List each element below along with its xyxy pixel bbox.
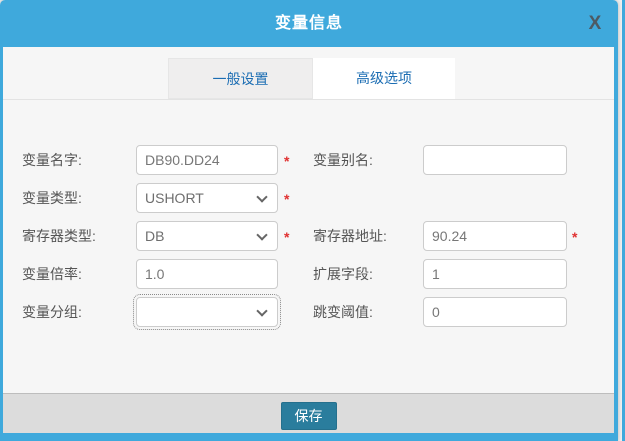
variable-group-select[interactable] [136,297,278,327]
chevron-down-icon [256,305,267,316]
variable-info-dialog: 变量信息 X 一般设置 高级选项 变量名字: * 变量类型: USHORT * … [0,0,618,441]
label-register-address: 寄存器地址: [313,221,387,251]
label-extended-field: 扩展字段: [313,259,373,289]
required-marker: * [572,229,582,245]
dialog-footer: 保存 [3,393,614,433]
screen: 变量信息 X 一般设置 高级选项 变量名字: * 变量类型: USHORT * … [0,0,625,441]
variable-name-input[interactable] [136,145,278,175]
register-type-select[interactable]: DB [136,221,278,251]
label-variable-type: 变量类型: [22,183,82,213]
label-jump-threshold: 跳变阈值: [313,297,373,327]
register-address-input[interactable] [423,221,567,251]
tab-divider [3,99,614,100]
required-marker: * [284,229,294,245]
label-variable-group: 变量分组: [22,297,82,327]
dialog-title: 变量信息 [0,0,618,47]
close-icon[interactable]: X [583,11,607,37]
required-marker: * [284,191,294,207]
register-type-value: DB [145,222,164,250]
label-variable-ratio: 变量倍率: [22,259,82,289]
chevron-down-icon [256,191,267,202]
dialog-titlebar: 变量信息 X [0,0,618,47]
tab-general-settings[interactable]: 一般设置 [168,58,313,99]
variable-type-select[interactable]: USHORT [136,183,278,213]
extended-field-input[interactable] [423,259,567,289]
label-register-type: 寄存器类型: [22,221,96,251]
variable-ratio-input[interactable] [136,259,278,289]
save-button[interactable]: 保存 [281,402,337,430]
tab-advanced-options[interactable]: 高级选项 [313,58,455,99]
label-variable-name: 变量名字: [22,145,82,175]
chevron-down-icon [256,229,267,240]
required-marker: * [284,153,294,169]
jump-threshold-input[interactable] [423,297,567,327]
label-variable-alias: 变量别名: [313,145,373,175]
dialog-border-bottom [0,433,618,441]
variable-alias-input[interactable] [423,145,567,175]
variable-type-value: USHORT [145,184,204,212]
dialog-border-right [614,40,618,434]
